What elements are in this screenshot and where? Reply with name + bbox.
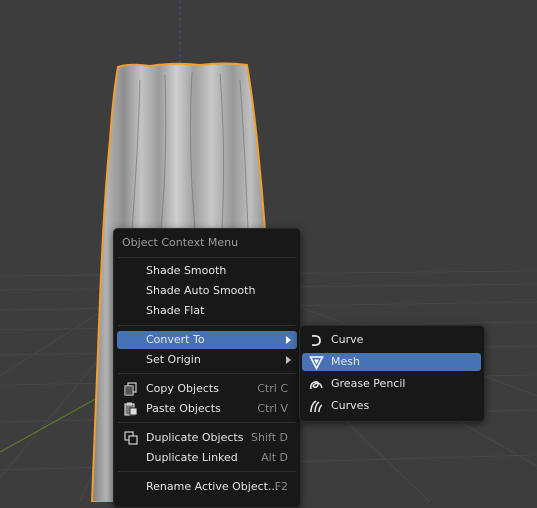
submenu-item-curve[interactable]: Curve xyxy=(302,331,481,349)
menu-item-shade-smooth[interactable]: Shade Smooth xyxy=(117,262,297,280)
menu-item-label: Set Origin xyxy=(146,353,201,366)
menu-item-label: Copy Objects xyxy=(146,382,219,395)
menu-separator xyxy=(118,471,296,472)
shortcut-label: Shift D xyxy=(251,431,288,444)
submenu-item-mesh[interactable]: Mesh xyxy=(302,353,481,371)
mesh-icon xyxy=(309,356,324,370)
shortcut-label: Ctrl V xyxy=(257,402,288,415)
submenu-arrow-icon xyxy=(286,336,291,344)
paste-icon xyxy=(124,402,138,416)
submenu-item-label: Curve xyxy=(331,333,364,346)
curves-icon xyxy=(310,400,323,413)
menu-separator xyxy=(118,325,296,326)
shortcut-label: Alt D xyxy=(261,451,288,464)
menu-item-label: Duplicate Objects xyxy=(146,431,244,444)
menu-item-shade-flat[interactable]: Shade Flat xyxy=(117,302,297,320)
copy-icon xyxy=(124,382,137,396)
menu-item-paste-objects[interactable]: Paste Objects Ctrl V xyxy=(117,400,297,418)
menu-item-rename-active-object[interactable]: Rename Active Object... F2 xyxy=(117,478,297,496)
menu-item-duplicate-objects[interactable]: Duplicate Objects Shift D xyxy=(117,429,297,447)
menu-separator xyxy=(118,422,296,423)
menu-separator xyxy=(118,373,296,374)
curve-icon xyxy=(311,334,321,347)
menu-item-duplicate-linked[interactable]: Duplicate Linked Alt D xyxy=(117,449,297,467)
menu-item-convert-to[interactable]: Convert To xyxy=(117,331,297,349)
menu-item-label: Shade Smooth xyxy=(146,264,227,277)
menu-item-label: Shade Flat xyxy=(146,304,205,317)
menu-item-label: Duplicate Linked xyxy=(146,451,238,464)
shortcut-label: Ctrl C xyxy=(257,382,288,395)
menu-item-label: Paste Objects xyxy=(146,402,221,415)
menu-item-label: Convert To xyxy=(146,333,205,346)
menu-item-copy-objects[interactable]: Copy Objects Ctrl C xyxy=(117,380,297,398)
menu-title: Object Context Menu xyxy=(122,236,239,249)
object-context-menu: Object Context Menu Shade Smooth Shade A… xyxy=(113,228,301,508)
shortcut-label: F2 xyxy=(274,480,288,493)
duplicate-icon xyxy=(124,431,138,445)
menu-item-shade-auto-smooth[interactable]: Shade Auto Smooth xyxy=(117,282,297,300)
grease-pencil-icon xyxy=(310,381,323,390)
menu-separator xyxy=(118,257,296,258)
submenu-item-label: Curves xyxy=(331,399,370,412)
menu-item-set-origin[interactable]: Set Origin xyxy=(117,351,297,369)
submenu-item-label: Mesh xyxy=(331,355,360,368)
submenu-item-grease-pencil[interactable]: Grease Pencil xyxy=(302,375,481,393)
submenu-item-label: Grease Pencil xyxy=(331,377,406,390)
submenu-item-curves[interactable]: Curves xyxy=(302,397,481,415)
menu-item-label: Shade Auto Smooth xyxy=(146,284,256,297)
convert-to-submenu: Curve Mesh Grease Pencil Curves xyxy=(299,325,485,422)
submenu-arrow-icon xyxy=(286,356,291,364)
menu-item-label: Rename Active Object... xyxy=(146,480,279,493)
